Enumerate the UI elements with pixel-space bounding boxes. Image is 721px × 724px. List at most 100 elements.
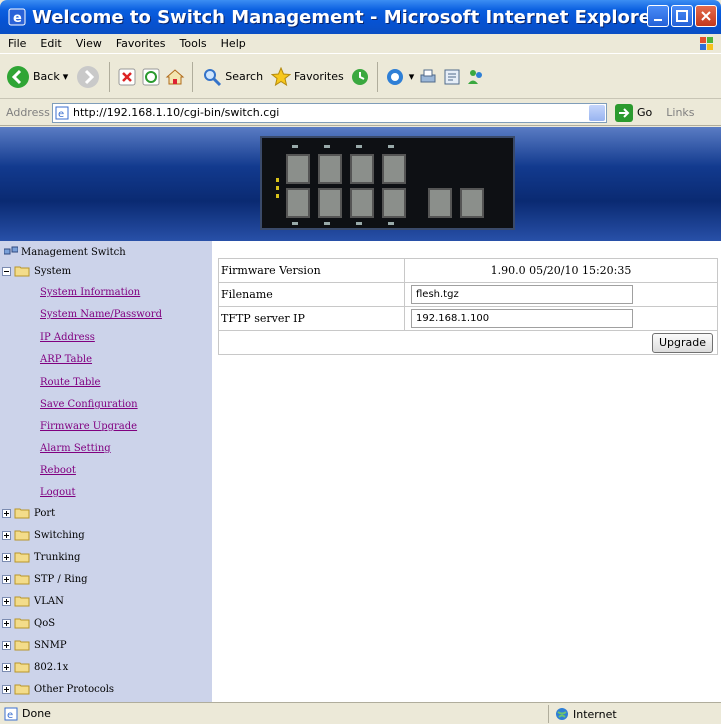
search-button[interactable]: Search [200,59,265,95]
print-icon[interactable] [418,67,438,87]
switch-device-image [260,136,515,230]
port-icon [318,188,342,218]
expand-icon[interactable] [2,684,11,694]
link-system-information[interactable]: System Information [40,287,140,298]
back-dropdown-icon[interactable]: ▾ [63,70,69,83]
link-arp-table[interactable]: ARP Table [40,354,92,365]
refresh-icon[interactable] [141,67,161,87]
tree-root[interactable]: Management Switch [4,246,126,258]
menu-bar: File Edit View Favorites Tools Help [0,34,721,54]
firmware-upgrade-form: Firmware Version 1.90.0 05/20/10 15:20:3… [218,258,718,355]
tree-folder-switching[interactable]: Switching [2,527,85,543]
home-icon[interactable] [165,67,185,87]
port-icon [286,154,310,184]
menu-view[interactable]: View [76,37,102,50]
link-route-table[interactable]: Route Table [40,377,100,388]
search-label: Search [225,70,264,83]
expand-icon[interactable] [2,574,11,584]
forward-button[interactable] [74,59,102,95]
link-system-name-password[interactable]: System Name/Password [40,309,162,320]
tree-folder-qos[interactable]: QoS [2,615,55,631]
menu-help[interactable]: Help [221,37,246,50]
collapse-icon[interactable] [2,266,11,276]
mail-icon[interactable] [385,67,405,87]
internet-explorer-icon: e [8,8,26,26]
folder-icon [14,662,30,673]
menu-file[interactable]: File [8,37,26,50]
favorites-button[interactable]: Favorites [269,59,346,95]
address-dropdown-icon[interactable] [589,104,605,121]
address-input[interactable]: e http://192.168.1.10/cgi-bin/switch.cgi [52,102,607,123]
edit-page-icon[interactable] [442,67,462,87]
link-ip-address[interactable]: IP Address [40,332,95,343]
address-bar: Address e http://192.168.1.10/cgi-bin/sw… [0,100,721,126]
port-icon [460,188,484,218]
expand-icon[interactable] [2,530,11,540]
close-button[interactable] [695,5,717,27]
window-title-bar[interactable]: e Welcome to Switch Management - Microso… [0,0,721,34]
folder-icon [14,552,30,563]
minimize-button[interactable] [647,5,669,27]
switch-banner [0,127,721,241]
port-icon [350,188,374,218]
link-alarm-setting[interactable]: Alarm Setting [40,443,111,454]
menu-favorites[interactable]: Favorites [116,37,166,50]
back-arrow-icon [7,65,29,88]
svg-text:e: e [13,11,22,26]
tree-folder-system[interactable]: System [2,263,71,279]
tree-root-label: Management Switch [21,246,126,258]
minimize-icon [654,19,662,21]
port-icon [286,188,310,218]
expand-icon[interactable] [2,640,11,650]
tree-folder-trunking[interactable]: Trunking [2,549,80,565]
menu-edit[interactable]: Edit [40,37,61,50]
link-firmware-upgrade[interactable]: Firmware Upgrade [40,421,137,432]
main-content: Firmware Version 1.90.0 05/20/10 15:20:3… [212,241,721,702]
tftp-server-ip-input[interactable]: 192.168.1.100 [411,309,633,328]
port-icon [382,154,406,184]
tree-folder-label: Port [34,507,56,519]
tree-folder-vlan[interactable]: VLAN [2,593,64,609]
folder-icon [14,618,30,629]
expand-icon[interactable] [2,552,11,562]
stop-icon[interactable] [117,67,137,87]
tree-folder-label: System [34,265,72,277]
tree-folder-stp-ring[interactable]: STP / Ring [2,571,88,587]
expand-icon[interactable] [2,508,11,518]
tree-folder-label: SNMP [34,639,67,651]
tree-folder-label: QoS [34,617,56,629]
link-logout[interactable]: Logout [40,487,76,498]
history-icon[interactable] [350,67,370,87]
expand-icon[interactable] [2,618,11,628]
messenger-icon[interactable] [466,67,486,87]
tree-folder-port[interactable]: Port [2,505,55,521]
go-button[interactable]: Go [615,103,653,122]
favorites-label: Favorites [294,70,344,83]
tree-folder-label: VLAN [34,595,64,607]
mail-dropdown-icon[interactable]: ▾ [409,70,415,83]
tree-folder-other-protocols[interactable]: Other Protocols [2,681,114,697]
expand-icon[interactable] [2,596,11,606]
svg-text:e: e [7,710,13,721]
filename-input[interactable]: flesh.tgz [411,285,633,304]
link-reboot[interactable]: Reboot [40,465,76,476]
link-save-configuration[interactable]: Save Configuration [40,399,138,410]
tree-folder-label: Switching [34,529,85,541]
upgrade-button[interactable]: Upgrade [651,332,713,353]
expand-icon[interactable] [2,662,11,672]
maximize-button[interactable] [671,5,693,27]
folder-icon [14,684,30,695]
tree-folder-label: Trunking [34,551,81,563]
folder-open-icon [14,266,30,277]
tree-folder-8021x[interactable]: 802.1x [2,659,68,675]
tree-folder-snmp[interactable]: SNMP [2,637,67,653]
links-label[interactable]: Links [666,106,694,119]
back-button[interactable]: Back ▾ [4,59,70,95]
table-row: Upgrade [218,330,718,355]
forward-arrow-icon [77,65,100,88]
go-label: Go [637,106,653,119]
zone-label: Internet [573,707,617,721]
close-icon [701,11,711,21]
menu-tools[interactable]: Tools [180,37,207,50]
folder-icon [14,530,30,541]
